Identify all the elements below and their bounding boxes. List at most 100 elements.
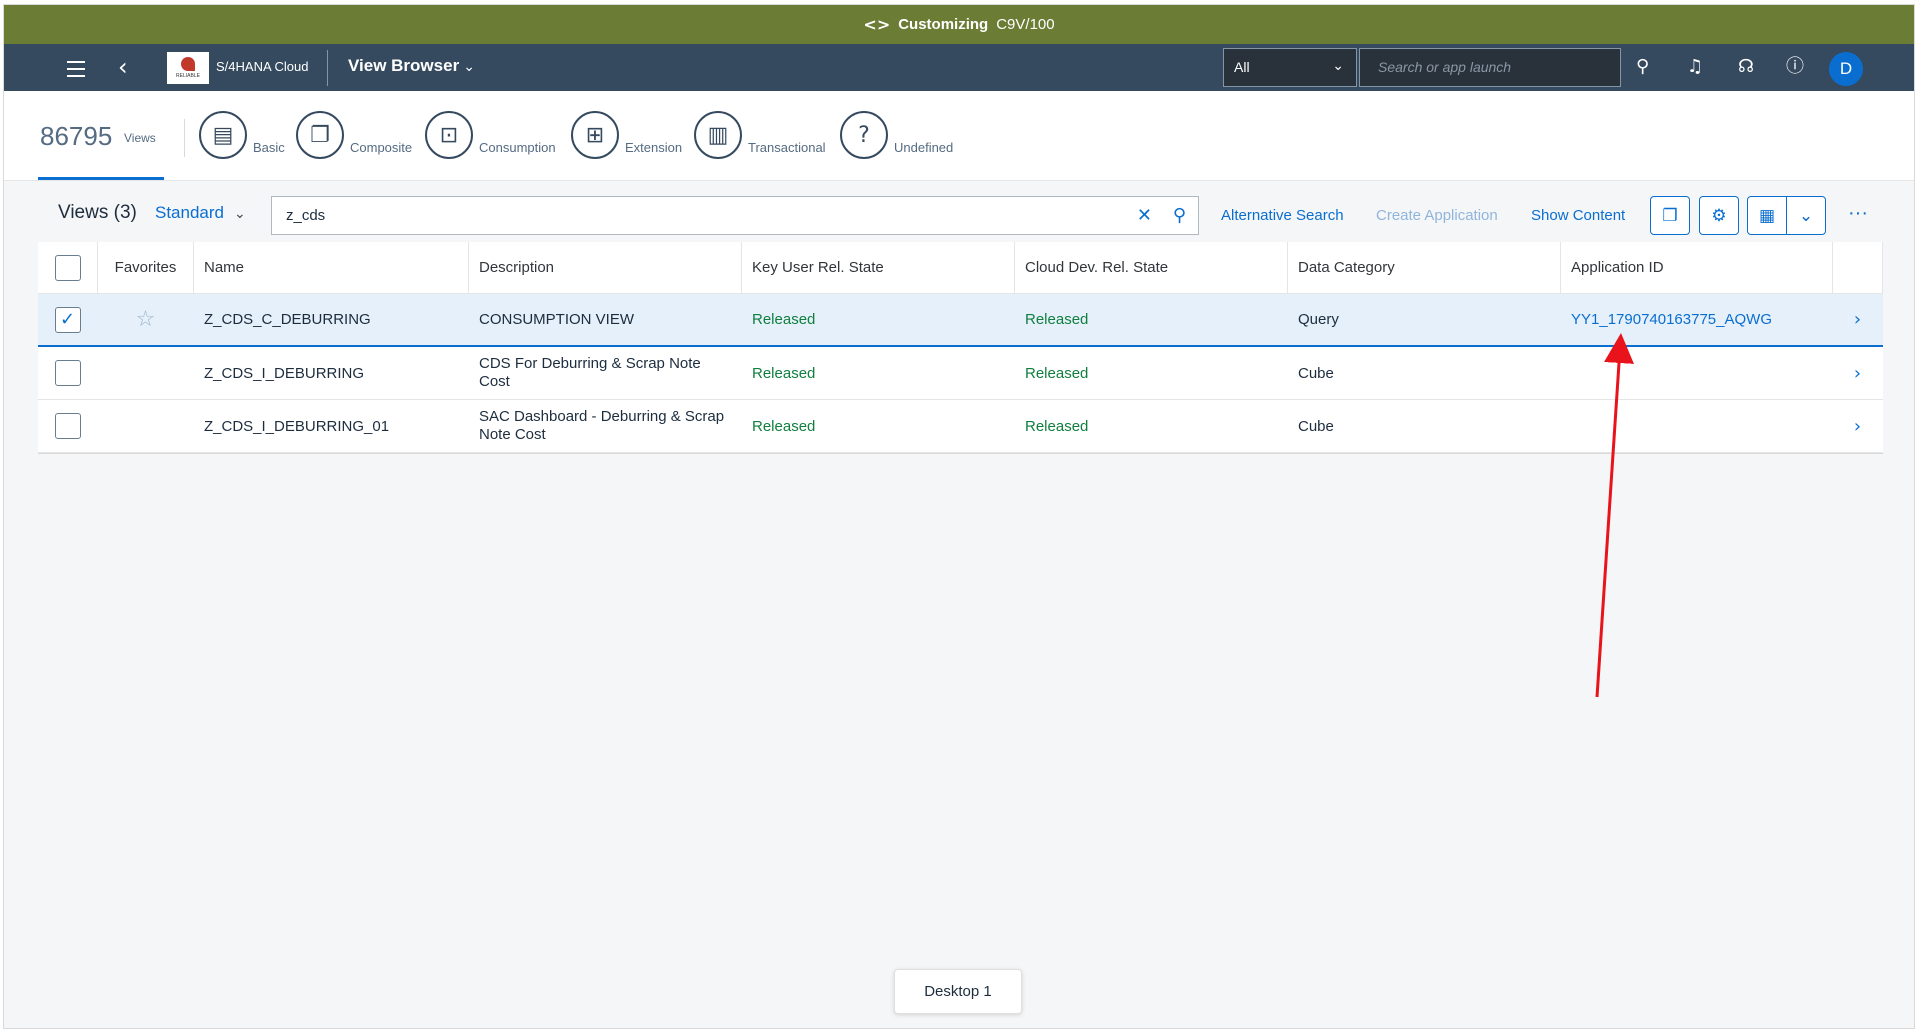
column-header-name[interactable]: Name — [194, 242, 469, 293]
app-title-menu[interactable]: View Browser ⌄ — [348, 56, 475, 76]
table-row[interactable]: ✓ ☆ Z_CDS_C_DEBURRING CONSUMPTION VIEW R… — [38, 294, 1883, 347]
column-header-cloud-dev-state[interactable]: Cloud Dev. Rel. State — [1015, 242, 1288, 293]
clipboard-icon: ▥ — [694, 111, 742, 159]
search-icon[interactable]: ⚲ — [1636, 54, 1649, 80]
system-banner: <> Customizing C9V/100 — [4, 5, 1914, 44]
header-divider — [184, 119, 185, 157]
filter-value: z_cds — [286, 207, 326, 224]
category-label: Basic — [253, 140, 285, 155]
application-id-link[interactable]: YY1_1790740163775_AQWG — [1571, 311, 1772, 328]
category-extension[interactable]: ⊞ Extension — [571, 111, 682, 159]
settings-icon[interactable]: ⚙ — [1699, 196, 1739, 235]
category-label: Composite — [350, 140, 413, 155]
company-logo[interactable]: RELIABLE — [167, 52, 209, 84]
variant-select[interactable]: Standard ⌄ — [155, 203, 246, 223]
cell-key-user-state: Released — [752, 364, 816, 382]
cell-key-user-state: Released — [752, 417, 816, 435]
chevron-down-icon: ⌄ — [463, 58, 475, 74]
search-input[interactable]: Search or app launch — [1359, 48, 1621, 87]
column-header-nav — [1833, 242, 1883, 293]
views-count-label: Views — [124, 131, 156, 145]
cell-data-category: Cube — [1298, 364, 1334, 382]
app-title: View Browser — [348, 56, 460, 75]
menu-icon[interactable] — [62, 54, 90, 82]
views-count[interactable]: 86795 — [40, 121, 112, 152]
table-toolbar: Views (3) Standard ⌄ z_cds ✕ ⚲ Alternativ… — [38, 182, 1883, 242]
cell-cloud-dev-state: Released — [1025, 364, 1089, 382]
table-row[interactable]: Z_CDS_I_DEBURRING CDS For Deburring & Sc… — [38, 347, 1883, 400]
alternative-search-button[interactable]: Alternative Search — [1221, 207, 1344, 224]
category-label: Consumption — [479, 140, 556, 155]
views-table: Favorites Name Description Key User Rel.… — [38, 242, 1883, 454]
clear-icon[interactable]: ✕ — [1137, 205, 1152, 226]
row-checkbox[interactable] — [54, 413, 81, 439]
search-icon[interactable]: ⚲ — [1173, 205, 1186, 226]
cell-description: CDS For Deburring & Scrap Note Cost — [479, 355, 701, 390]
document-icon: ▤ — [199, 111, 247, 159]
category-label: Undefined — [894, 140, 954, 155]
content-area: Views (3) Standard ⌄ z_cds ✕ ⚲ Alternativ… — [4, 182, 1914, 1028]
row-checkbox[interactable] — [54, 360, 81, 386]
row-select-cell — [38, 400, 98, 452]
logo-mark — [181, 57, 195, 71]
column-header-description[interactable]: Description — [469, 242, 742, 293]
category-consumption[interactable]: ⊡ Consumption — [425, 111, 556, 159]
category-label: Transactional — [748, 140, 826, 155]
product-name: S/4HANA Cloud — [216, 59, 309, 74]
category-label: Extension — [625, 140, 683, 155]
favorite-cell — [98, 347, 194, 399]
star-icon[interactable]: ☆ — [136, 307, 156, 332]
cell-name: Z_CDS_I_DEBURRING_01 — [204, 417, 390, 435]
row-checkbox-checked[interactable]: ✓ — [54, 306, 81, 333]
category-basic[interactable]: ▤ Basic — [199, 111, 285, 159]
unlock-icon: ⊡ — [425, 111, 473, 159]
logo-text: RELIABLE — [176, 73, 200, 79]
select-all-checkbox[interactable] — [54, 254, 81, 281]
cell-cloud-dev-state: Released — [1025, 311, 1089, 328]
export-icon[interactable]: ▦ — [1747, 196, 1787, 235]
filter-search-input[interactable]: z_cds ✕ ⚲ — [271, 196, 1199, 235]
bell-icon[interactable]: ♫ — [1687, 54, 1703, 80]
row-select-cell — [38, 347, 98, 399]
row-nav-cell: › — [1833, 294, 1883, 345]
row-nav-cell: › — [1833, 400, 1883, 452]
copy-icon[interactable]: ❐ — [1650, 196, 1690, 235]
table-row[interactable]: Z_CDS_I_DEBURRING_01 SAC Dashboard - Deb… — [38, 400, 1883, 453]
show-content-button[interactable]: Show Content — [1531, 207, 1625, 224]
chevron-down-icon[interactable]: ⌄ — [1786, 196, 1826, 235]
chevron-right-icon[interactable]: › — [1854, 363, 1861, 384]
cell-application-id: YY1_1790740163775_AQWG — [1561, 294, 1833, 345]
banner-label: Customizing — [898, 16, 989, 33]
category-transactional[interactable]: ▥ Transactional — [694, 111, 826, 159]
chevron-down-icon: ⌄ — [1332, 57, 1344, 73]
chevron-right-icon[interactable]: › — [1854, 416, 1861, 437]
back-icon[interactable]: ‹ — [118, 52, 128, 82]
cell-application-id — [1561, 400, 1833, 452]
cell-description: CONSUMPTION VIEW — [479, 310, 635, 328]
search-scope-value: All — [1234, 59, 1250, 75]
more-options-icon[interactable]: ··· — [1848, 202, 1868, 225]
column-header-application-id[interactable]: Application ID — [1561, 242, 1833, 293]
cell-application-id — [1561, 347, 1833, 399]
help-icon[interactable]: ⓘ — [1786, 54, 1804, 80]
favorite-cell — [98, 400, 194, 452]
favorite-cell: ☆ — [98, 294, 194, 345]
column-header-favorites[interactable]: Favorites — [98, 242, 194, 293]
cell-key-user-state: Released — [752, 311, 816, 328]
headset-icon[interactable]: ☊ — [1738, 54, 1754, 80]
row-nav-cell: › — [1833, 347, 1883, 399]
cell-data-category: Cube — [1298, 417, 1334, 435]
column-header-key-user-state[interactable]: Key User Rel. State — [742, 242, 1015, 293]
category-undefined[interactable]: ? Undefined — [840, 111, 953, 159]
search-scope-select[interactable]: All ⌄ — [1223, 48, 1357, 87]
app-window: <> Customizing C9V/100 ‹ RELIABLE S/4HAN… — [3, 4, 1915, 1029]
chevron-down-icon: ⌄ — [234, 205, 246, 221]
create-application-button[interactable]: Create Application — [1376, 207, 1498, 224]
row-select-cell: ✓ — [38, 294, 98, 345]
category-composite[interactable]: ❐ Composite — [296, 111, 412, 159]
chevron-right-icon[interactable]: › — [1854, 309, 1861, 330]
select-all-cell — [38, 242, 98, 293]
column-header-data-category[interactable]: Data Category — [1288, 242, 1561, 293]
avatar[interactable]: D — [1829, 52, 1863, 86]
selected-tab-indicator — [38, 177, 164, 180]
